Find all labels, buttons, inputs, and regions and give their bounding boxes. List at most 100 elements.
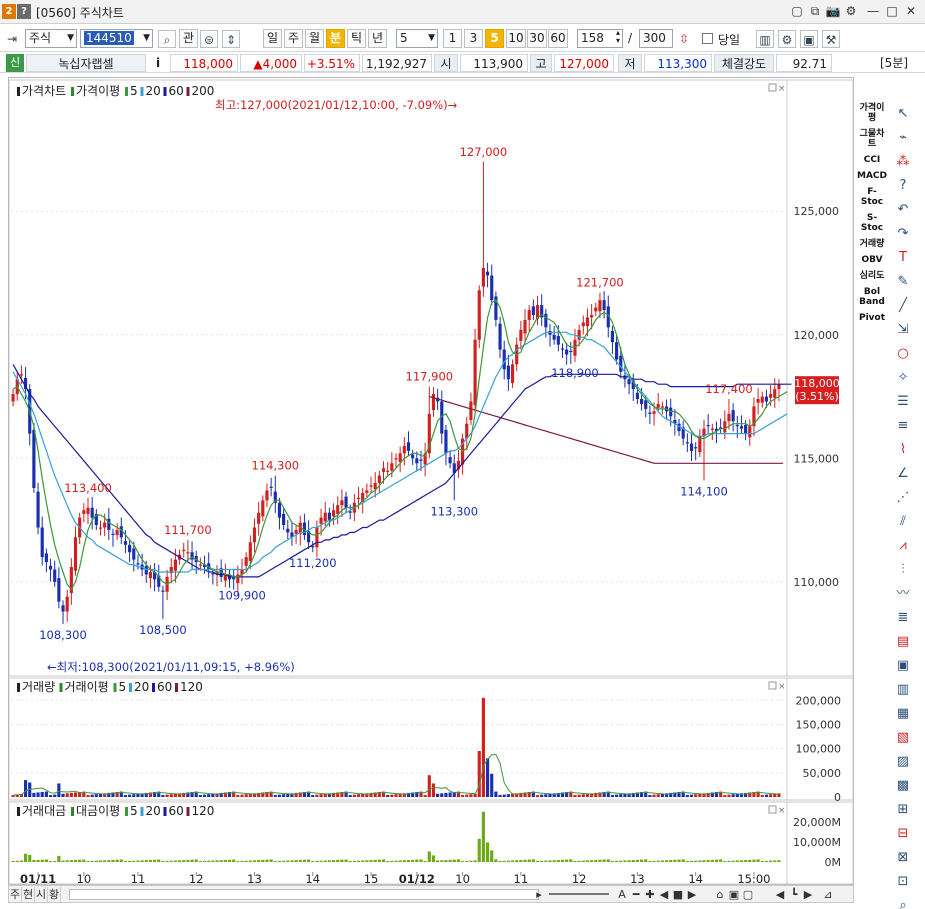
indicator-item[interactable]: 가격이평: [857, 103, 887, 123]
interest-button[interactable]: 관: [179, 29, 198, 48]
drawing-tool-icon[interactable]: ⊡: [890, 871, 916, 893]
indicator-item[interactable]: MACD: [857, 171, 887, 181]
indicator-item[interactable]: CCI: [857, 155, 887, 165]
scroll-right-icon[interactable]: ▸: [532, 887, 546, 902]
period-year-button[interactable]: 년: [368, 29, 387, 48]
horizontal-scrollbar[interactable]: [69, 889, 539, 900]
zoom-out-icon[interactable]: ━: [629, 887, 643, 902]
cross-hair-icon[interactable]: ⊿: [821, 887, 835, 902]
indicator-item[interactable]: OBV: [857, 255, 887, 265]
font-size-icon[interactable]: A: [615, 887, 629, 902]
count-stepper[interactable]: 158 ▴ ▾: [577, 29, 623, 48]
link-icon[interactable]: ⊜: [200, 30, 218, 48]
link-arrow-icon[interactable]: ⇥: [3, 30, 21, 48]
drawing-tool-icon[interactable]: ⫽: [890, 511, 916, 533]
drawing-tool-icon[interactable]: 〰: [890, 583, 916, 605]
drawing-tool-icon[interactable]: ▣: [890, 655, 916, 677]
zoom-in-icon[interactable]: ✚: [643, 887, 657, 902]
chart-area[interactable]: 110,000 115,000 120,000 125,000 가격차트 가격이평 5 20 6…: [8, 77, 855, 886]
indicator-item[interactable]: Bol Band: [857, 287, 887, 307]
drawing-tool-icon[interactable]: ⊟: [890, 823, 916, 845]
drawing-tool-icon[interactable]: ≣: [890, 607, 916, 629]
play-icon[interactable]: ▶: [685, 887, 699, 902]
scroll-end-icon[interactable]: ▶: [801, 887, 815, 902]
close-button[interactable]: ✕: [903, 3, 919, 19]
expand-icon[interactable]: ⇳: [675, 30, 693, 48]
chart-svg[interactable]: 110,000 115,000 120,000 125,000 가격차트 가격이평 5 20 6…: [9, 78, 855, 886]
tab-week[interactable]: 주: [9, 887, 22, 902]
drawing-tool-icon[interactable]: ▩: [890, 775, 916, 797]
prev-icon[interactable]: ◀: [657, 887, 671, 902]
help-badge[interactable]: ?: [17, 4, 31, 19]
minute-10-button[interactable]: 10: [506, 29, 526, 48]
drawing-tool-icon[interactable]: ↖: [890, 103, 916, 125]
tab-current[interactable]: 현: [22, 887, 35, 902]
drawing-tool-icon[interactable]: ✧: [890, 367, 916, 389]
drawing-tool-icon[interactable]: ☰: [890, 391, 916, 413]
drawing-tool-icon[interactable]: ⊠: [890, 847, 916, 869]
maximize-button[interactable]: □: [884, 3, 900, 19]
indicator-item[interactable]: F-Stoc: [857, 187, 887, 207]
interval-select[interactable]: 5 ▼: [396, 29, 438, 48]
restore-icon[interactable]: ▢: [789, 3, 805, 19]
drawing-tool-icon[interactable]: ?: [890, 175, 916, 197]
drawing-tool-icon[interactable]: ▤: [890, 631, 916, 653]
same-day-checkbox[interactable]: [702, 33, 713, 44]
drawing-tool-icon[interactable]: ⌁: [890, 127, 916, 149]
drawing-tool-icon[interactable]: ▨: [890, 751, 916, 773]
tab-market[interactable]: 시: [35, 887, 48, 902]
drawing-tool-icon[interactable]: ○: [890, 343, 916, 365]
market-select[interactable]: 주식 ▼: [25, 29, 77, 48]
drawing-tool-icon[interactable]: ↷: [890, 223, 916, 245]
indicator-item[interactable]: Pivot: [857, 313, 887, 323]
drawing-tool-icon[interactable]: ⌕: [890, 895, 916, 909]
chart-layout-icon[interactable]: ▥: [756, 30, 774, 48]
period-month-button[interactable]: 월: [305, 29, 324, 48]
drawing-tool-icon[interactable]: ▥: [890, 679, 916, 701]
save-image-icon[interactable]: ▣: [727, 887, 741, 902]
stop-icon[interactable]: ■: [671, 887, 685, 902]
drawing-tool-icon[interactable]: ✎: [890, 271, 916, 293]
stock-code-input[interactable]: 144510 ▼: [80, 29, 153, 48]
drawing-tool-icon[interactable]: ▦: [890, 703, 916, 725]
home-icon[interactable]: ⌂: [713, 887, 727, 902]
period-minute-button[interactable]: 분: [326, 29, 345, 48]
zoom-slider[interactable]: [549, 893, 609, 895]
indicator-item[interactable]: S-Stoc: [857, 213, 887, 233]
minute-3-button[interactable]: 3: [464, 29, 483, 48]
stepper-icon[interactable]: ⇕: [222, 30, 240, 48]
drawing-tool-icon[interactable]: ⌇: [890, 439, 916, 461]
drawing-tool-icon[interactable]: ▧: [890, 727, 916, 749]
drawing-tool-icon[interactable]: ≡: [890, 415, 916, 437]
tab-status[interactable]: 황: [48, 887, 61, 902]
total-count-input[interactable]: 300: [639, 29, 673, 48]
drawing-tool-icon[interactable]: ⩘: [890, 535, 916, 557]
indicator-item[interactable]: 그물차트: [857, 129, 887, 149]
minute-5-button[interactable]: 5: [485, 29, 504, 48]
indicator-item[interactable]: 거래량: [857, 239, 887, 249]
minute-1-button[interactable]: 1: [443, 29, 462, 48]
drawing-tool-icon[interactable]: ↶: [890, 199, 916, 221]
minute-60-button[interactable]: 60: [548, 29, 568, 48]
window-badge-number[interactable]: 2: [2, 4, 16, 19]
drawing-tool-icon[interactable]: ⇲: [890, 319, 916, 341]
minimize-button[interactable]: —: [865, 3, 881, 19]
save-icon[interactable]: ▣: [800, 30, 818, 48]
info-icon[interactable]: i: [150, 54, 166, 72]
reset-icon[interactable]: ┗: [787, 887, 801, 902]
drawing-tool-icon[interactable]: ⫶: [890, 559, 916, 581]
drawing-tool-icon[interactable]: T: [890, 247, 916, 269]
camera-icon[interactable]: 📷: [825, 3, 841, 19]
period-week-button[interactable]: 주: [284, 29, 303, 48]
drawing-tool-icon[interactable]: ⊞: [890, 799, 916, 821]
tools-icon[interactable]: ⚒: [822, 30, 840, 48]
window-icon[interactable]: ▢: [741, 887, 755, 902]
search-icon[interactable]: ⌕: [158, 30, 176, 48]
period-tick-button[interactable]: 틱: [347, 29, 366, 48]
drawing-tool-icon[interactable]: ╱: [890, 295, 916, 317]
settings-icon[interactable]: ⚙: [843, 3, 859, 19]
duplicate-icon[interactable]: ⧉: [807, 3, 823, 19]
drawing-tool-icon[interactable]: ∠: [890, 463, 916, 485]
period-day-button[interactable]: 일: [263, 29, 282, 48]
minute-30-button[interactable]: 30: [527, 29, 547, 48]
